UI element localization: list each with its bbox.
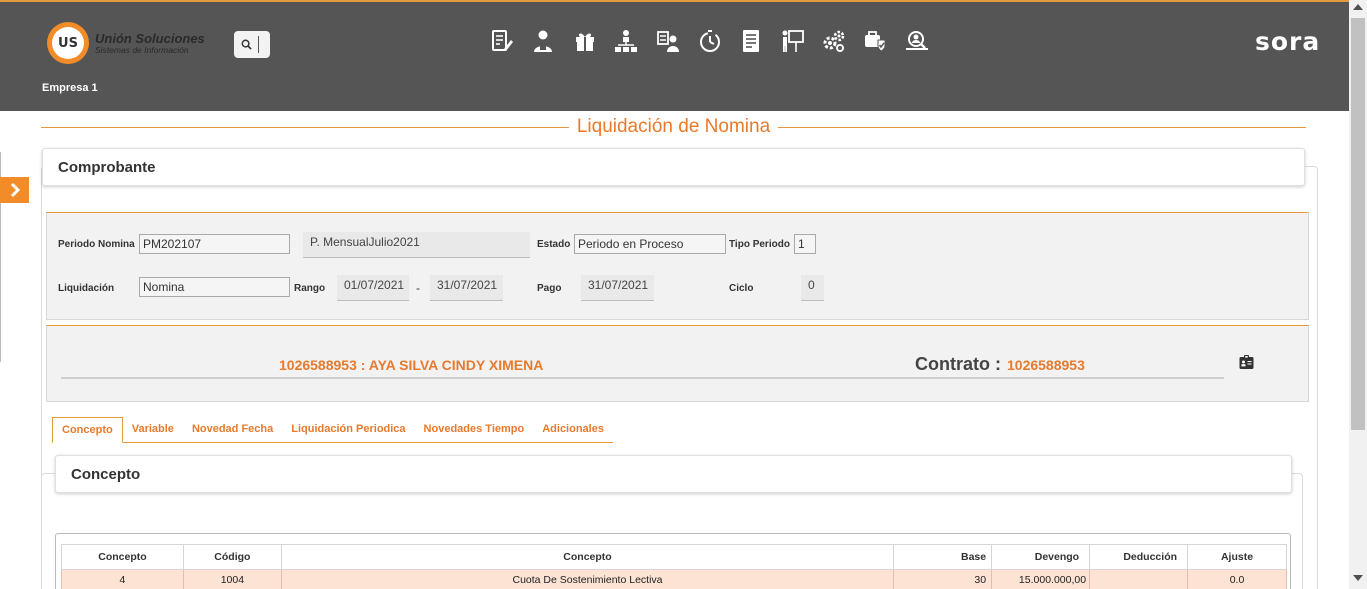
page-title: Liquidación de Nomina bbox=[568, 116, 779, 137]
contrato-value: 1026588953 bbox=[1007, 357, 1085, 373]
gift-icon[interactable] bbox=[564, 27, 606, 55]
tipo-periodo-label: Tipo Periodo bbox=[729, 239, 790, 250]
comprobante-card: Comprobante bbox=[42, 148, 1305, 186]
page-scrollbar[interactable] bbox=[1349, 0, 1367, 589]
table-header-row: Concepto Código Concepto Base Devengo De… bbox=[61, 544, 1287, 570]
search-icon bbox=[241, 39, 252, 50]
estado-label: Estado bbox=[537, 239, 571, 250]
detail-tabs: Concepto Variable Novedad Fecha Liquidac… bbox=[52, 417, 613, 443]
pago-date-field: 31/07/2021 bbox=[581, 275, 654, 301]
brand-logo: sora bbox=[1255, 27, 1321, 56]
cell-devengo: 15.000.000,00 bbox=[991, 569, 1091, 589]
column-header-ajuste[interactable]: Ajuste bbox=[1187, 544, 1287, 570]
scroll-up-arrow-icon[interactable] bbox=[1353, 4, 1363, 10]
column-header-base[interactable]: Base bbox=[893, 544, 993, 570]
contrato-label: Contrato : bbox=[915, 354, 1001, 374]
tab-concepto[interactable]: Concepto bbox=[52, 417, 123, 443]
tipo-periodo-field[interactable]: 1 bbox=[794, 234, 816, 254]
company-logo[interactable]: US Unión Soluciones Sistemas de Informac… bbox=[47, 22, 205, 64]
liquidacion-field[interactable]: Nomina bbox=[139, 277, 290, 297]
timer-icon[interactable] bbox=[689, 27, 731, 55]
cell-codigo: 1004 bbox=[182, 569, 282, 589]
column-header-codigo[interactable]: Código bbox=[182, 544, 282, 570]
report-icon[interactable] bbox=[730, 27, 772, 55]
table-row[interactable]: 4 1004 Cuota De Sostenimiento Lectiva 30… bbox=[61, 569, 1287, 589]
column-header-devengo[interactable]: Devengo bbox=[991, 544, 1091, 570]
rango-label: Rango bbox=[294, 283, 326, 294]
pago-label: Pago bbox=[537, 283, 562, 294]
presentation-icon[interactable] bbox=[772, 27, 814, 55]
periodo-field[interactable]: PM202107 bbox=[139, 234, 290, 254]
module-toolbar bbox=[481, 27, 938, 55]
employee-panel: 1026588953 : AYA SILVA CINDY XIMENA Cont… bbox=[46, 325, 1309, 402]
estado-field[interactable]: Periodo en Proceso bbox=[574, 234, 726, 254]
sidebar-toggle-button[interactable] bbox=[0, 177, 29, 203]
logo-badge: US bbox=[47, 22, 89, 64]
liquidacion-label: Liquidación bbox=[58, 283, 115, 294]
employee-icon[interactable] bbox=[523, 27, 565, 55]
user-card-icon[interactable] bbox=[647, 27, 689, 55]
rango-to-field: 31/07/2021 bbox=[430, 275, 503, 301]
concepto-card: Concepto bbox=[55, 455, 1292, 493]
cell-concepto: Cuota De Sostenimiento Lectiva bbox=[280, 569, 895, 589]
tab-variable[interactable]: Variable bbox=[123, 417, 183, 442]
logo-title: Unión Soluciones bbox=[95, 30, 205, 46]
comprobante-title: Comprobante bbox=[58, 159, 156, 176]
column-header-concepto-id[interactable]: Concepto bbox=[61, 544, 184, 570]
periodo-label: Periodo Nomina bbox=[58, 239, 135, 250]
ciclo-field: 0 bbox=[801, 275, 824, 301]
cell-deduccion bbox=[1089, 569, 1189, 589]
concepto-title: Concepto bbox=[71, 466, 141, 483]
org-chart-icon[interactable] bbox=[606, 27, 648, 55]
tab-novedades-tiempo[interactable]: Novedades Tiempo bbox=[415, 417, 534, 442]
concepto-table: Concepto Código Concepto Base Devengo De… bbox=[61, 544, 1287, 589]
page-title-row: Liquidación de Nomina bbox=[41, 116, 1306, 138]
company-name[interactable]: Empresa 1 bbox=[42, 82, 98, 94]
cell-base: 30 bbox=[893, 569, 993, 589]
cell-concepto-id: 4 bbox=[61, 569, 184, 589]
employee-name: 1026588953 : AYA SILVA CINDY XIMENA bbox=[279, 357, 544, 373]
settings-gears-icon[interactable] bbox=[813, 27, 855, 55]
periodo-description: P. MensualJulio2021 bbox=[303, 232, 530, 258]
edit-document-icon[interactable] bbox=[481, 27, 523, 55]
column-header-deduccion[interactable]: Deducción bbox=[1089, 544, 1189, 570]
chevron-right-icon bbox=[10, 183, 20, 197]
ciclo-label: Ciclo bbox=[729, 283, 754, 294]
logo-subtitle: Sistemas de Información bbox=[95, 44, 189, 55]
column-header-concepto[interactable]: Concepto bbox=[280, 544, 895, 570]
scroll-thumb[interactable] bbox=[1351, 18, 1365, 430]
period-form: Periodo Nomina PM202107 P. MensualJulio2… bbox=[46, 212, 1309, 320]
tab-novedad-fecha[interactable]: Novedad Fecha bbox=[183, 417, 282, 442]
search-input[interactable] bbox=[234, 31, 270, 58]
logo-mark: US bbox=[52, 27, 84, 59]
scroll-down-arrow-icon[interactable] bbox=[1353, 575, 1363, 581]
tab-liquidacion-periodica[interactable]: Liquidación Periodica bbox=[282, 417, 414, 442]
user-search-icon[interactable] bbox=[896, 27, 938, 55]
top-header: US Unión Soluciones Sistemas de Informac… bbox=[0, 0, 1349, 111]
rango-separator: - bbox=[416, 281, 420, 295]
id-badge-icon[interactable] bbox=[1239, 355, 1254, 375]
rango-from-field: 01/07/2021 bbox=[337, 275, 409, 301]
cell-ajuste: 0.0 bbox=[1187, 569, 1287, 589]
shield-check-icon[interactable] bbox=[855, 27, 897, 55]
tab-adicionales[interactable]: Adicionales bbox=[533, 417, 613, 442]
employee-divider bbox=[61, 377, 1224, 379]
